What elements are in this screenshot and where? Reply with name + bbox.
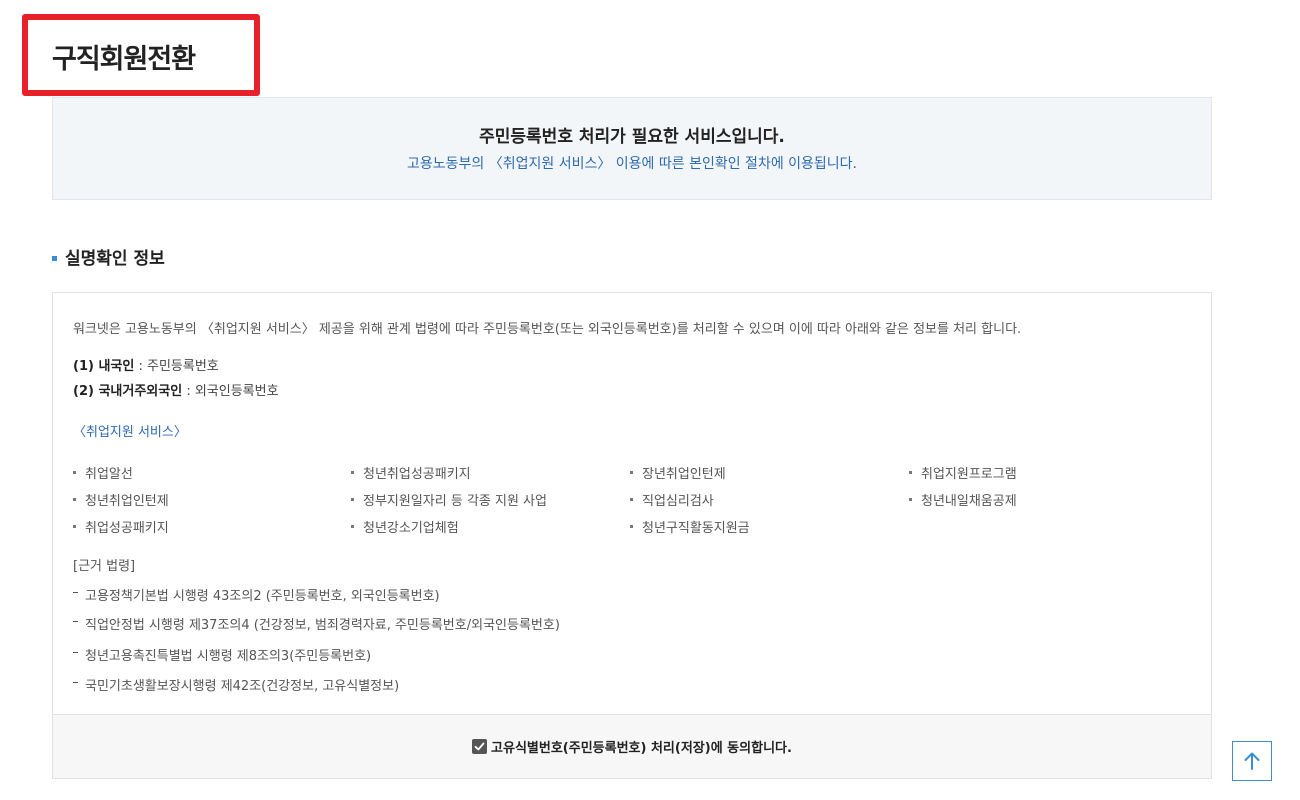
service-item: 청년구직활동지원금 — [630, 517, 750, 536]
agree-checkbox[interactable] — [472, 739, 488, 754]
services-title: 〈취업지원 서비스〉 — [73, 425, 187, 440]
square-bullet-icon — [52, 255, 57, 261]
section-title: 실명확인 정보 — [65, 249, 165, 269]
category-foreigner: (2) 국내거주외국인 : 외국인등록번호 — [73, 380, 279, 399]
law-item: 직업안정법 시행령 제37조의4 (건강정보, 범죄경력자료, 주민등록번호/외… — [73, 614, 560, 633]
service-item: 장년취업인턴제 — [630, 463, 726, 482]
arrow-up-icon — [1244, 752, 1260, 770]
section-header: 실명확인 정보 — [52, 244, 165, 269]
checkmark-icon — [474, 742, 485, 751]
laws-title: [근거 법령] — [73, 559, 136, 574]
category-value: : 외국인등록번호 — [182, 384, 279, 399]
service-item: 청년취업성공패키지 — [351, 463, 471, 482]
notice-title: 주민등록번호 처리가 필요한 서비스입니다. — [479, 127, 785, 147]
category-domestic: (1) 내국인 : 주민등록번호 — [73, 355, 219, 374]
law-item: 고용정책기본법 시행령 43조의2 (주민등록번호, 외국인등록번호) — [73, 585, 440, 604]
law-item: 청년고용촉진특별법 시행령 제8조의3(주민등록번호) — [73, 645, 371, 664]
service-item: 취업지원프로그램 — [909, 463, 1017, 482]
agree-label[interactable]: 고유식별번호(주민등록번호) 처리(저장)에 동의합니다. — [491, 737, 792, 756]
intro-text: 워크넷은 고용노동부의 〈취업지원 서비스〉 제공을 위해 관계 법령에 따라 … — [73, 322, 1022, 337]
category-value: : 주민등록번호 — [134, 359, 219, 374]
service-item: 취업알선 — [73, 463, 133, 482]
category-label: (2) 국내거주외국인 — [73, 384, 183, 399]
service-item: 청년내일채움공제 — [909, 490, 1017, 509]
service-item: 취업성공패키지 — [73, 517, 169, 536]
service-item: 정부지원일자리 등 각종 지원 사업 — [351, 490, 547, 509]
notice-subtitle: 고용노동부의 〈취업지원 서비스〉 이용에 따른 본인확인 절차에 이용됩니다. — [407, 156, 857, 172]
info-box: 워크넷은 고용노동부의 〈취업지원 서비스〉 제공을 위해 관계 법령에 따라 … — [52, 292, 1212, 779]
page-title: 구직회원전환 — [52, 44, 196, 75]
agree-bar: 고유식별번호(주민등록번호) 처리(저장)에 동의합니다. — [53, 714, 1211, 778]
scroll-top-button[interactable] — [1232, 741, 1272, 781]
notice-box: 주민등록번호 처리가 필요한 서비스입니다. 고용노동부의 〈취업지원 서비스〉… — [52, 97, 1212, 200]
service-item: 직업심리검사 — [630, 490, 714, 509]
category-label: (1) 내국인 — [73, 359, 135, 374]
law-item: 국민기초생활보장시행령 제42조(건강정보, 고유식별정보) — [73, 675, 399, 694]
service-item: 청년취업인턴제 — [73, 490, 169, 509]
service-item: 청년강소기업체험 — [351, 517, 459, 536]
